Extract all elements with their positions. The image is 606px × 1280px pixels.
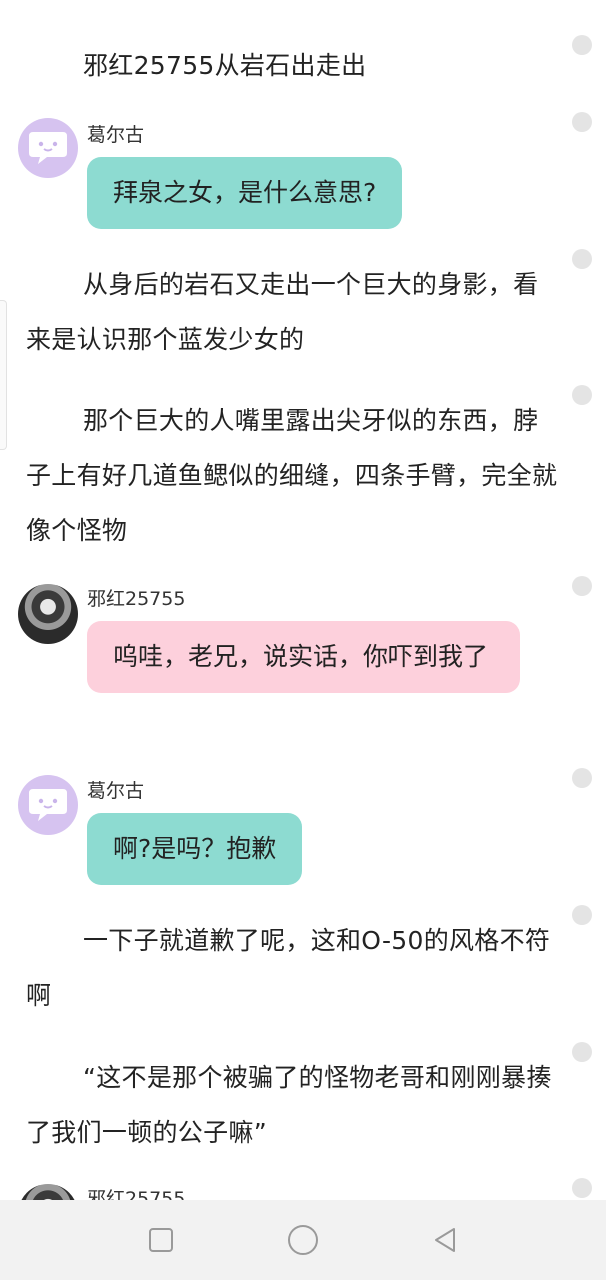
home-button[interactable] <box>283 1220 323 1260</box>
action-dot[interactable] <box>572 35 592 55</box>
action-dot[interactable] <box>572 112 592 132</box>
chat-bubble-face-icon <box>29 132 67 164</box>
message-text: 呜哇，老兄，说实话，你吓到我了 <box>113 642 489 671</box>
action-dot[interactable] <box>572 768 592 788</box>
system-navigation-bar <box>0 1200 606 1280</box>
action-dot[interactable] <box>572 1178 592 1198</box>
square-icon <box>149 1228 173 1252</box>
message-bubble[interactable]: 呜哇，老兄，说实话，你吓到我了 <box>87 621 520 693</box>
bot-avatar[interactable] <box>18 775 78 835</box>
message-bubble[interactable]: 啊?是吗？抱歉 <box>87 813 303 885</box>
recent-apps-button[interactable] <box>141 1220 181 1260</box>
narration-paragraph: 那个巨大的人嘴里露出尖牙似的东西，脖子上有好几道鱼鳃似的细缝，四条手臂，完全就像… <box>26 406 558 545</box>
user-avatar[interactable] <box>18 1184 78 1200</box>
message-text: 啊?是吗？抱歉 <box>113 834 277 863</box>
narration-paragraph: “这不是那个被骗了的怪物老哥和刚刚暴揍了我们一顿的公子嘛” <box>26 1063 552 1147</box>
action-dot[interactable] <box>572 576 592 596</box>
action-dot[interactable] <box>572 385 592 405</box>
narration-paragraph: 一下子就道歉了呢，这和O-50的风格不符啊 <box>26 926 551 1010</box>
message-text: 拜泉之女，是什么意思? <box>113 178 377 207</box>
action-dot[interactable] <box>572 905 592 925</box>
circle-icon <box>288 1225 318 1255</box>
speaker-name: 葛尔古 <box>87 124 145 146</box>
bot-avatar[interactable] <box>18 118 78 178</box>
speaker-name: 邪红25755 <box>87 1188 186 1200</box>
message-bubble[interactable]: 拜泉之女，是什么意思? <box>87 157 403 229</box>
triangle-back-icon <box>435 1228 455 1252</box>
user-avatar[interactable] <box>18 584 78 644</box>
back-button[interactable] <box>425 1220 465 1260</box>
action-dot[interactable] <box>572 249 592 269</box>
action-dot[interactable] <box>572 1042 592 1062</box>
chat-story-feed[interactable]: 邪红25755从岩石出走出 葛尔古 拜泉之女，是什么意思? 从身后的岩石又走出一… <box>0 0 606 1200</box>
chat-bubble-face-icon <box>29 789 67 821</box>
speaker-name: 邪红25755 <box>87 588 186 610</box>
speaker-name: 葛尔古 <box>87 780 145 802</box>
narration-paragraph: 邪红25755从岩石出走出 <box>83 51 367 80</box>
narration-paragraph: 从身后的岩石又走出一个巨大的身影，看来是认识那个蓝发少女的 <box>26 270 539 354</box>
side-drawer-handle[interactable] <box>0 300 7 450</box>
